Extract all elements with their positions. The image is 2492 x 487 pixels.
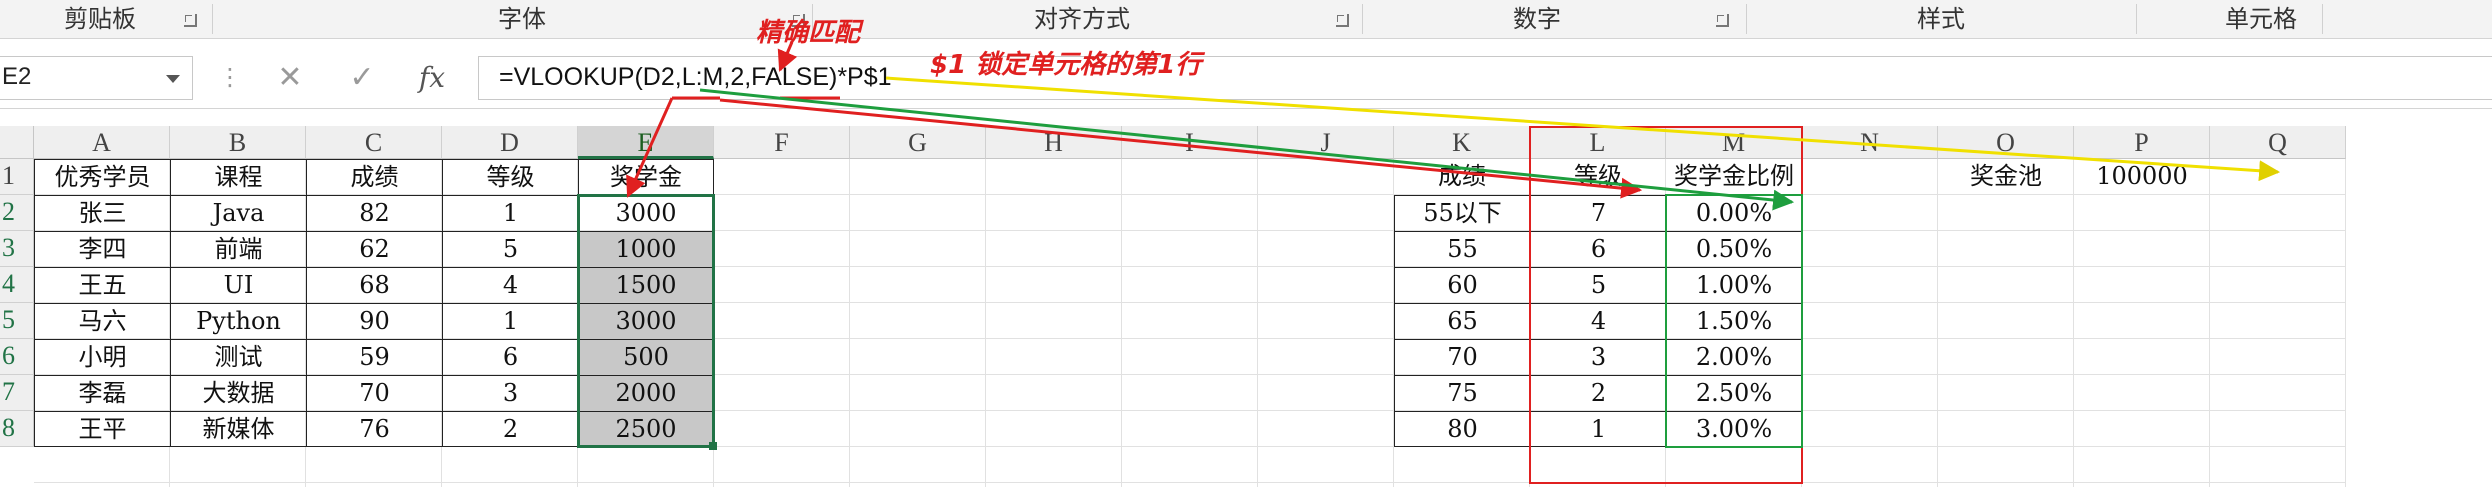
gridline — [34, 482, 2346, 483]
lm-to-m-arrow — [699, 88, 1795, 211]
p1-to-pool-arrow — [885, 76, 2281, 182]
annotation-arrows — [626, 41, 2281, 211]
d2-to-d-arrow — [626, 97, 674, 198]
d2-to-k-arrow — [719, 98, 1643, 199]
exact-match-arrow — [777, 41, 798, 72]
